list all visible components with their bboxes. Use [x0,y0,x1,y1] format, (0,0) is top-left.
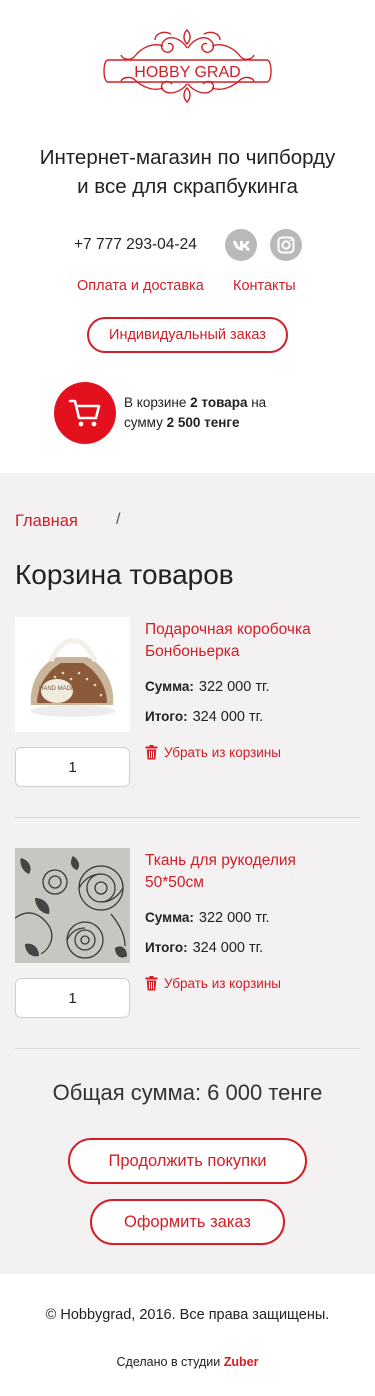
site-tagline: Интернет-магазин по чипборду и все для с… [0,143,375,201]
payment-delivery-link[interactable]: Оплата и доставка [77,278,204,294]
product-name[interactable]: Ткань для рукоделия 50*50см [145,850,296,894]
item-total: Итого: 324 000 тг. [145,709,263,725]
page-title: Корзина товаров [15,559,234,590]
cart-button[interactable] [54,382,116,444]
remove-from-cart-link[interactable]: Убрать из корзины [145,745,281,760]
remove-label: Убрать из корзины [164,976,281,991]
cart-icon [68,399,101,427]
product-name-line-1: Подарочная коробочка [145,621,311,638]
sum-value: 322 000 тг. [198,679,270,695]
cart-prefix: В корзине [124,395,191,410]
made-by-prefix: Сделано в студии [116,1355,224,1369]
cart-sum-prefix: сумму [124,415,167,430]
total-value: 324 000 тг. [192,940,264,956]
item-sum: Сумма: 322 000 тг. [145,679,270,695]
continue-shopping-button[interactable]: Продолжить покупки [68,1138,307,1184]
product-name-line-2: 50*50см [145,874,204,891]
trash-icon [145,976,158,991]
site-header: HOBBY GRAD Интернет-магазин по чипборду … [0,0,375,473]
total-label: Итого: [145,709,188,724]
instagram-link[interactable] [270,229,302,261]
sum-value: 322 000 тг. [198,910,270,926]
studio-link[interactable]: Zuber [224,1355,259,1369]
product-name-line-2: Бонбоньерка [145,643,240,660]
quantity-input[interactable] [15,978,130,1018]
breadcrumb-separator: / [116,511,121,528]
phone-number[interactable]: +7 777 293-04-24 [74,236,197,254]
cart-summary: В корзине 2 товара на сумму 2 500 тенге [124,393,266,433]
remove-from-cart-link[interactable]: Убрать из корзины [145,976,281,991]
item-total: Итого: 324 000 тг. [145,940,263,956]
sum-label: Сумма: [145,679,194,694]
product-name[interactable]: Подарочная коробочка Бонбоньерка [145,619,311,663]
quantity-input[interactable] [15,747,130,787]
cart-sum: 2 500 тенге [166,415,240,430]
product-name-line-1: Ткань для рукоделия [145,852,296,869]
tagline-line-1: Интернет-магазин по чипборду [39,146,336,169]
item-divider [15,817,360,818]
trash-icon [145,745,158,760]
instagram-icon [277,236,295,254]
total-value: 324 000 тг. [192,709,264,725]
product-image[interactable]: HAND MADE [15,617,130,732]
item-divider [15,1048,360,1049]
cart-item: Ткань для рукоделия 50*50см Сумма: 322 00… [15,848,360,1018]
remove-label: Убрать из корзины [164,745,281,760]
made-by: Сделано в студии Zuber [0,1355,375,1369]
cart-count: 2 товара [190,395,248,410]
cart-item: HAND MADE Подарочная коробочка Бонбоньер… [15,617,360,787]
tagline-line-2: и все для скрапбукинга [77,175,298,198]
copyright: © Hobbygrad, 2016. Все права защищены. [45,1307,330,1323]
product-image[interactable] [15,848,130,963]
vk-link[interactable] [225,229,257,261]
breadcrumb-home[interactable]: Главная [15,512,78,531]
vk-icon [233,241,250,251]
hobby-grad-logo[interactable]: HOBBY GRAD [101,26,274,104]
cart-total: Общая сумма: 6 000 тенге [52,1080,323,1105]
logo-text: HOBBY GRAD [134,64,240,81]
cart-middle: на [247,395,267,410]
individual-order-button[interactable]: Индивидуальный заказ [87,317,288,353]
cart-page: Главная / Корзина товаров HAND MADE Пода… [0,473,375,1274]
contacts-link[interactable]: Контакты [233,278,296,294]
checkout-button[interactable]: Оформить заказ [90,1199,285,1245]
sum-label: Сумма: [145,910,194,925]
total-label: Итого: [145,940,188,955]
site-footer: © Hobbygrad, 2016. Все права защищены. С… [0,1274,375,1396]
item-sum: Сумма: 322 000 тг. [145,910,270,926]
image-badge-text: HAND MADE [39,686,75,692]
